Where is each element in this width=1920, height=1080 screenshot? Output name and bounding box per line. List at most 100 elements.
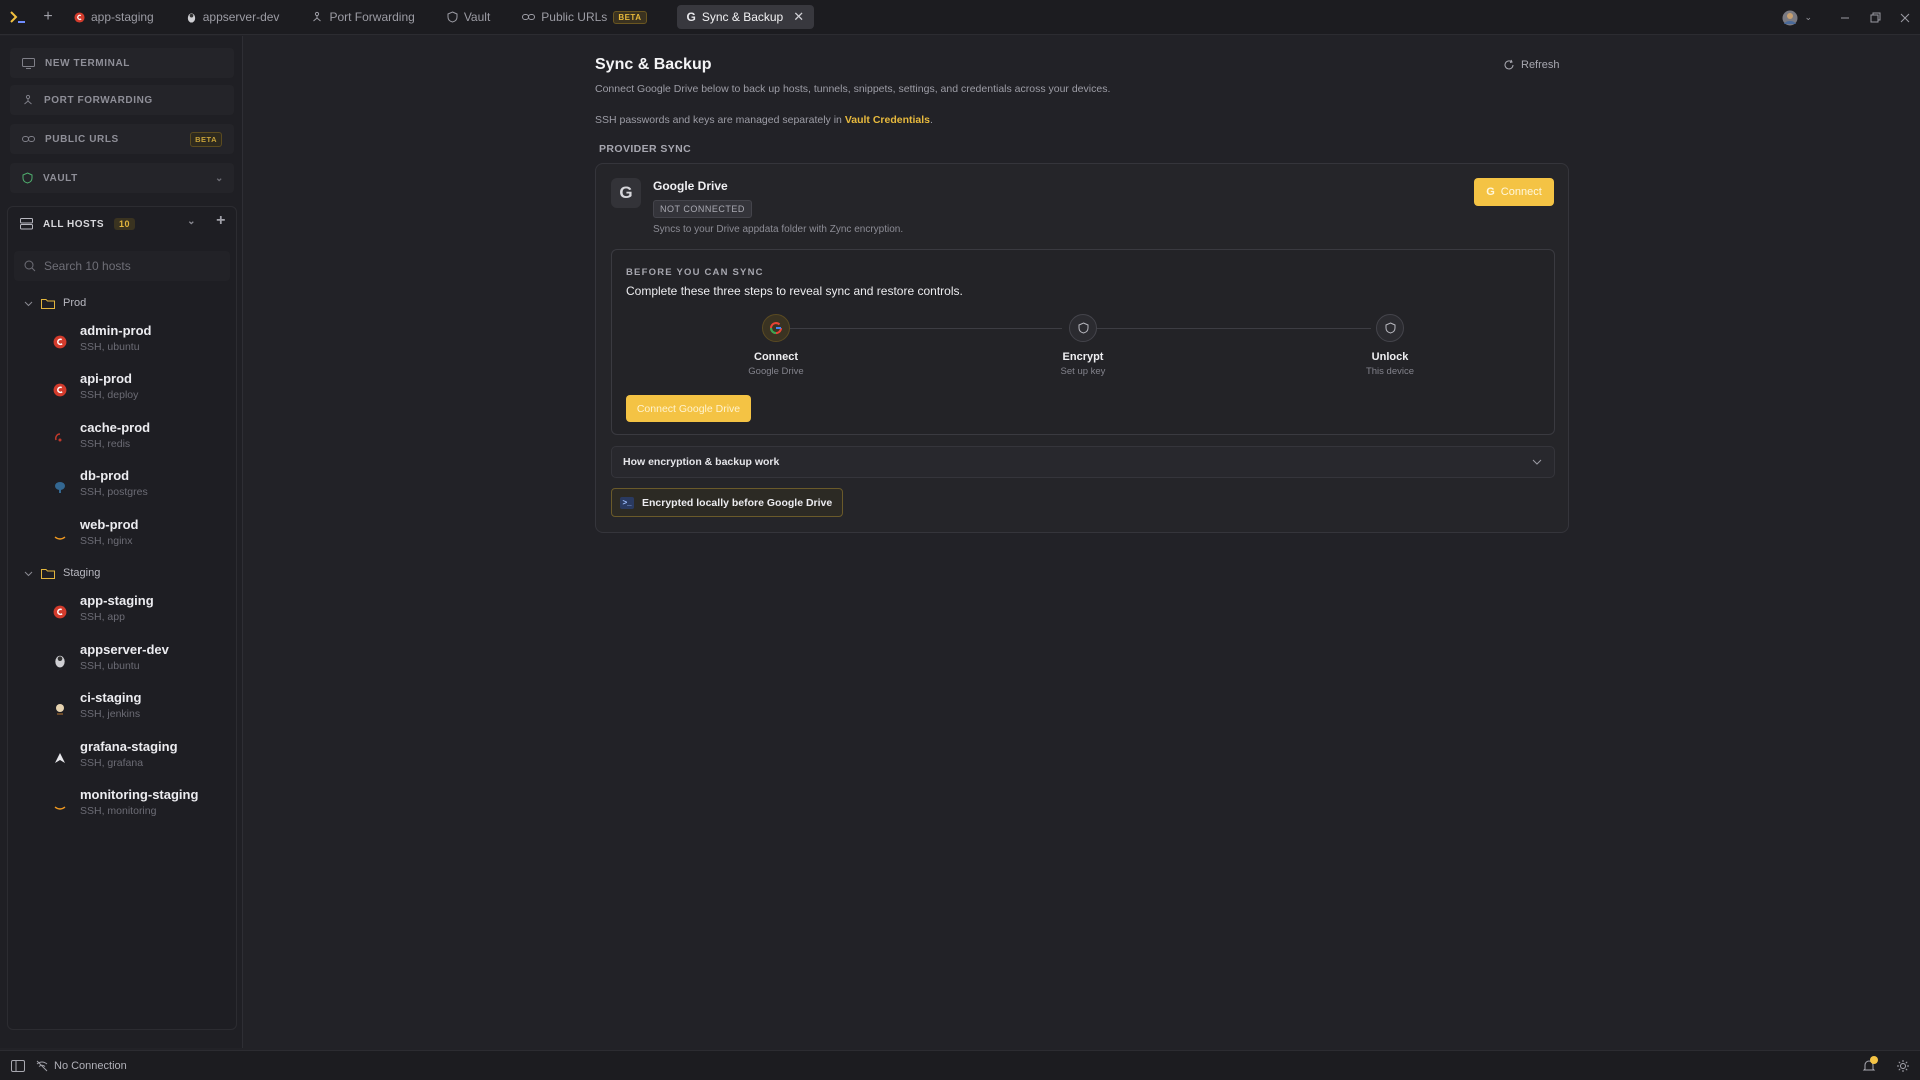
shield-icon: [1069, 314, 1097, 342]
vault-note-end: .: [930, 114, 933, 126]
minimize-button[interactable]: [1830, 0, 1860, 35]
connection-label: No Connection: [54, 1059, 127, 1072]
close-tab-icon[interactable]: ✕: [793, 9, 804, 25]
chevron-down-icon: [1532, 457, 1542, 467]
tab-public-urls[interactable]: Public URLs BETA: [512, 5, 656, 29]
host-name: ci-staging: [80, 690, 142, 705]
host-subtitle: SSH, redis: [80, 438, 131, 450]
debian-icon: [53, 335, 67, 349]
shield-icon: [1376, 314, 1404, 342]
refresh-label: Refresh: [1521, 59, 1560, 71]
title-bar: + app-staging appserver-dev Port Forward…: [0, 0, 1920, 35]
host-name: app-staging: [80, 593, 154, 608]
sidebar: NEW TERMINAL PORT FORWARDING PUBLIC URLS…: [0, 36, 243, 1048]
tab-sync-backup[interactable]: G Sync & Backup ✕: [676, 5, 815, 29]
chip-label: Encrypted locally before Google Drive: [642, 496, 833, 509]
host-subtitle: SSH, grafana: [80, 757, 144, 769]
step-unlock: Unlock This device: [1330, 314, 1450, 377]
hosts-header: ALL HOSTS 10 ⌄ +: [8, 207, 236, 241]
host-item-grafana-staging[interactable]: grafana-staging SSH, grafana: [44, 739, 234, 783]
close-window-button[interactable]: [1890, 0, 1920, 35]
tab-label: Public URLs: [541, 10, 608, 24]
accordion-label: How encryption & backup work: [623, 456, 780, 468]
host-item-db-prod[interactable]: db-prod SSH, postgres: [44, 468, 234, 512]
step-title: Encrypt: [1062, 351, 1104, 363]
chevron-down-icon: ⌄: [1804, 12, 1812, 22]
debian-icon: [74, 11, 85, 23]
host-item-web-prod[interactable]: web-prod SSH, nginx: [44, 517, 234, 561]
sidebar-item-new-terminal[interactable]: NEW TERMINAL: [10, 48, 234, 78]
host-item-app-staging[interactable]: app-staging SSH, app: [44, 593, 234, 637]
tab-vault[interactable]: Vault: [437, 5, 500, 29]
toggle-sidebar-button[interactable]: [0, 1059, 36, 1072]
connect-google-drive-button[interactable]: Connect Google Drive: [626, 395, 751, 422]
host-name: api-prod: [80, 371, 132, 386]
refresh-button[interactable]: Refresh: [1503, 59, 1560, 71]
vault-credentials-link[interactable]: Vault Credentials: [845, 114, 930, 126]
host-item-monitoring-staging[interactable]: monitoring-staging SSH, monitoring: [44, 787, 234, 831]
terminal-icon: >_: [620, 496, 634, 509]
shield-icon: [22, 172, 33, 184]
step-title: Connect: [754, 351, 798, 363]
avatar[interactable]: ⌄: [1782, 10, 1812, 26]
host-subtitle: SSH, monitoring: [80, 805, 157, 817]
connect-button[interactable]: G Connect: [1474, 178, 1554, 206]
no-connection-icon: [36, 1060, 48, 1072]
group-prod[interactable]: Prod: [24, 297, 86, 309]
step-subtitle: This device: [1365, 366, 1415, 377]
sidebar-item-public-urls[interactable]: PUBLIC URLS BETA: [10, 124, 234, 154]
debian-icon: [53, 605, 67, 619]
port-forward-icon: [22, 94, 34, 106]
host-item-cache-prod[interactable]: cache-prod SSH, redis: [44, 420, 234, 464]
link-icon: [522, 12, 536, 22]
host-subtitle: SSH, ubuntu: [80, 341, 140, 353]
tab-label: app-staging: [91, 10, 154, 24]
group-staging[interactable]: Staging: [24, 567, 100, 579]
host-name: grafana-staging: [80, 739, 178, 754]
sidebar-item-port-forwarding[interactable]: PORT FORWARDING: [10, 85, 234, 115]
vault-note-text: SSH passwords and keys are managed separ…: [595, 114, 845, 126]
step-title: Unlock: [1371, 351, 1409, 363]
host-name: monitoring-staging: [80, 787, 199, 802]
host-item-admin-prod[interactable]: admin-prod SSH, ubuntu: [44, 323, 234, 367]
add-host-button[interactable]: +: [216, 212, 226, 230]
redis-icon: [53, 432, 67, 446]
host-item-ci-staging[interactable]: ci-staging SSH, jenkins: [44, 690, 234, 734]
chevron-down-icon[interactable]: ⌄: [215, 173, 224, 184]
host-item-api-prod[interactable]: api-prod SSH, deploy: [44, 371, 234, 415]
new-tab-button[interactable]: +: [36, 5, 60, 29]
host-item-appserver-dev[interactable]: appserver-dev SSH, ubuntu: [44, 642, 234, 686]
host-subtitle: SSH, app: [80, 611, 125, 623]
restore-button[interactable]: [1860, 0, 1890, 35]
sidebar-item-vault[interactable]: VAULT ⌄: [10, 163, 234, 193]
beta-badge: BETA: [613, 10, 647, 24]
folder-icon: [41, 298, 55, 309]
notifications-icon[interactable]: [1852, 1056, 1886, 1073]
host-subtitle: SSH, jenkins: [80, 708, 141, 720]
monitor-icon: [22, 57, 35, 69]
tab-port-forwarding[interactable]: Port Forwarding: [301, 5, 424, 29]
server-icon: [20, 218, 33, 230]
chevron-down-icon[interactable]: ⌄: [187, 216, 196, 227]
connection-status: No Connection: [36, 1060, 127, 1072]
tab-label: Port Forwarding: [329, 10, 415, 24]
encryption-info-accordion[interactable]: How encryption & backup work: [611, 446, 1555, 478]
search-icon: [24, 260, 36, 272]
search-hosts-input[interactable]: Search 10 hosts: [14, 251, 230, 281]
app-logo-icon[interactable]: [0, 0, 36, 35]
tab-app-staging[interactable]: app-staging: [64, 5, 164, 29]
host-name: cache-prod: [80, 420, 151, 435]
shield-icon: [447, 11, 458, 23]
status-badge: NOT CONNECTED: [653, 200, 752, 218]
sidebar-item-label: VAULT: [43, 172, 78, 184]
tab-appserver-dev[interactable]: appserver-dev: [176, 5, 290, 29]
page-title: Sync & Backup: [595, 56, 712, 73]
before-sync-label: BEFORE YOU CAN SYNC: [626, 267, 764, 278]
google-icon: [762, 314, 790, 342]
sidebar-item-label: NEW TERMINAL: [45, 57, 130, 69]
settings-icon[interactable]: [1886, 1059, 1920, 1073]
chevron-down-icon: [24, 299, 33, 308]
host-subtitle: SSH, ubuntu: [80, 660, 140, 672]
aws-icon: [53, 529, 67, 543]
search-placeholder: Search 10 hosts: [44, 259, 131, 273]
